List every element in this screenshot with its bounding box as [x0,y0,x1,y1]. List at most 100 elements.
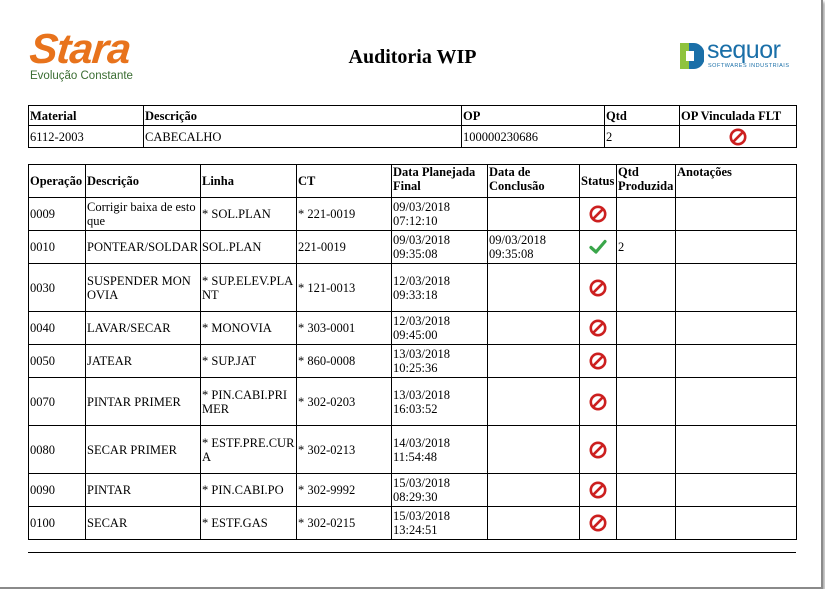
row-linha: * SOL.PLAN [200,197,297,231]
row-descricao: SUSPENDER MONOVIA [85,263,201,312]
operations-header-row: Operação Descrição Linha CT Data Planeja… [28,164,797,198]
row-data-planejada: 12/03/2018 09:45:00 [391,311,488,345]
row-operacao: 0070 [28,377,86,426]
row-ct: 221-0019 [296,230,392,264]
row-linha: SOL.PLAN [200,230,297,264]
row-data-planejada: 15/03/2018 08:29:30 [391,473,488,507]
prohibited-icon [589,279,607,296]
header-data-planejada: Data Planejada Final [391,164,488,198]
header-qtd: Qtd [604,105,680,126]
row-data-planejada: 09/03/2018 07:12:10 [391,197,488,231]
row-anotacoes [675,506,797,540]
header-anotacoes: Anotações [675,164,797,198]
row-descricao: JATEAR [85,344,201,378]
summary-table: Material Descrição OP Qtd OP Vinculada F… [28,105,797,148]
row-data-planejada: 09/03/2018 09:35:08 [391,230,488,264]
row-operacao: 0100 [28,506,86,540]
table-row: 0030 SUSPENDER MONOVIA * SUP.ELEV.PLANT * 1… [28,263,797,312]
row-linha: * PIN.CABI.PO [200,473,297,507]
row-qtd-produzida [616,263,676,312]
row-operacao: 0050 [28,344,86,378]
prohibited-icon [589,393,607,410]
value-descricao: CABECALHO [143,125,462,148]
prohibited-icon [589,352,607,370]
sequor-logo: sequor SOFTWARES INDUSTRIAIS [680,36,800,72]
sequor-logo-tagline: SOFTWARES INDUSTRIAIS [708,63,790,69]
row-data-conclusao [487,263,580,312]
table-row: 0080 SECAR PRIMER * ESTF.PRE.CURA * 302-021… [28,425,797,474]
row-descricao: PONTEAR/SOLDAR [85,230,201,264]
row-data-conclusao [487,473,580,507]
stara-logo: Stara Evolução Constante [27,25,145,88]
row-descricao: PINTAR PRIMER [85,377,201,426]
row-linha: * ESTF.PRE.CURA [200,425,297,474]
row-linha: * PIN.CABI.PRIMER [200,377,297,426]
table-row: 0010 PONTEAR/SOLDAR SOL.PLAN 221-0019 09/03/… [28,230,797,264]
table-row: 0050 JATEAR * SUP.JAT * 860-0008 13/03/2018 … [28,344,797,378]
prohibited-icon [589,319,607,337]
row-operacao: 0009 [28,197,86,231]
table-row: 0009 Corrigir baixa de estoque * SOL.PLAN *… [28,197,797,231]
row-data-conclusao [487,344,580,378]
row-linha: * SUP.JAT [200,344,297,378]
row-anotacoes [675,344,797,378]
row-qtd-produzida [616,197,676,231]
row-qtd-produzida [616,425,676,474]
row-operacao: 0030 [28,263,86,312]
row-anotacoes [675,425,797,474]
row-data-planejada: 14/03/2018 11:54:48 [391,425,488,474]
row-data-conclusao [487,506,580,540]
prohibited-icon [589,514,607,532]
stara-logo-brand: Stara [27,25,133,72]
row-qtd-produzida: 2 [616,230,676,264]
header-op-vinculada: OP Vinculada FLT [679,105,797,126]
footer-divider [28,552,796,553]
operations-table: Operação Descrição Linha CT Data Planeja… [28,164,797,540]
row-ct: * 302-0203 [296,377,392,426]
row-ct: * 302-9992 [296,473,392,507]
header-qtd-produzida: Qtd Produzida [616,164,676,198]
row-qtd-produzida [616,506,676,540]
summary-header-row: Material Descrição OP Qtd OP Vinculada F… [28,105,797,126]
row-operacao: 0010 [28,230,86,264]
header-operacao: Operação [28,164,86,198]
table-row: 0100 SECAR * ESTF.GAS * 302-0215 15/03/2018 … [28,506,797,540]
row-status [579,311,617,345]
summary-value-row: 6112-2003 CABECALHO 100000230686 2 [28,125,797,148]
header-status: Status [579,164,617,198]
row-ct: * 860-0008 [296,344,392,378]
row-data-conclusao [487,425,580,474]
row-qtd-produzida [616,473,676,507]
row-status [579,425,617,474]
row-status [579,197,617,231]
row-descricao: SECAR [85,506,201,540]
table-row: 0090 PINTAR * PIN.CABI.PO * 302-9992 15/03/2… [28,473,797,507]
row-data-planejada: 15/03/2018 13:24:51 [391,506,488,540]
value-qtd: 2 [604,125,680,148]
row-qtd-produzida [616,344,676,378]
operations-body: 0009 Corrigir baixa de estoque * SOL.PLAN *… [28,197,797,540]
row-status [579,506,617,540]
row-linha: * ESTF.GAS [200,506,297,540]
row-anotacoes [675,263,797,312]
header-op: OP [461,105,605,126]
row-anotacoes [675,197,797,231]
prohibited-icon [589,205,607,223]
row-status [579,263,617,312]
row-operacao: 0040 [28,311,86,345]
sequor-logo-brand: sequor [707,36,781,64]
row-data-conclusao [487,311,580,345]
row-data-conclusao [487,197,580,231]
row-ct: * 303-0001 [296,311,392,345]
row-status [579,473,617,507]
row-descricao: SECAR PRIMER [85,425,201,474]
row-anotacoes [675,230,797,264]
row-descricao: PINTAR [85,473,201,507]
row-ct: * 121-0013 [296,263,392,312]
row-status [579,377,617,426]
header-material: Material [28,105,144,126]
row-anotacoes [675,377,797,426]
row-data-planejada: 13/03/2018 10:25:36 [391,344,488,378]
header-op-descricao: Descrição [85,164,201,198]
row-data-conclusao [487,377,580,426]
